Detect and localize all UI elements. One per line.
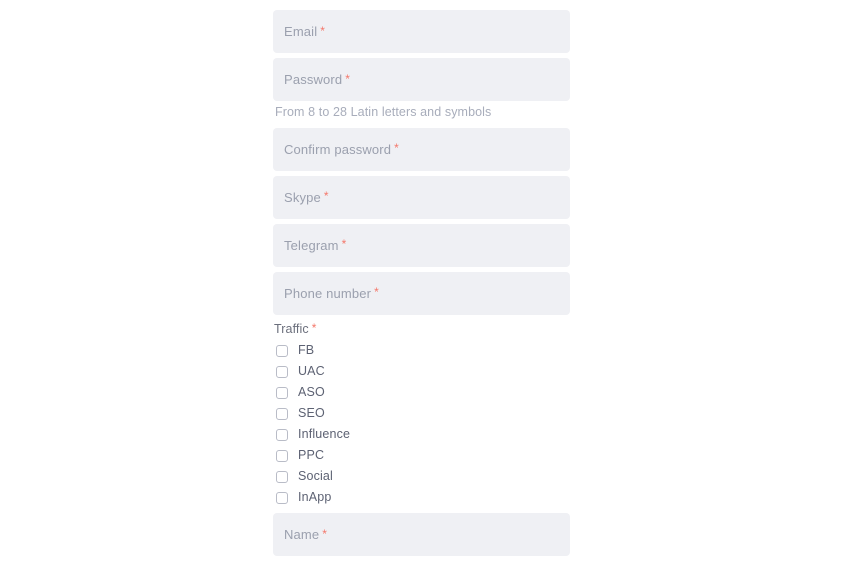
checkbox-row-influence[interactable]: Influence xyxy=(273,424,570,445)
required-asterisk: * xyxy=(323,189,329,203)
password-placeholder: Password xyxy=(284,72,343,87)
skype-field[interactable]: Skype * xyxy=(273,175,570,219)
checkbox-row-ppc[interactable]: PPC xyxy=(273,445,570,466)
checkbox-label: PPC xyxy=(298,448,325,463)
confirm-password-placeholder: Confirm password xyxy=(284,141,392,157)
checkbox-row-inapp[interactable]: InApp xyxy=(273,487,570,508)
registration-form: Email * Password * From 8 to 28 Latin le… xyxy=(273,10,570,561)
required-asterisk: * xyxy=(341,237,347,251)
checkbox-icon[interactable] xyxy=(276,428,288,441)
checkbox-label: Social xyxy=(298,469,333,484)
checkbox-row-fb[interactable]: FB xyxy=(273,340,570,361)
checkbox-label: SEO xyxy=(298,406,325,421)
checkbox-label: Influence xyxy=(298,427,351,442)
email-placeholder: Email xyxy=(284,24,318,39)
checkbox-icon[interactable] xyxy=(276,449,288,462)
checkbox-icon[interactable] xyxy=(276,344,288,357)
traffic-group-label: Traffic * xyxy=(274,320,570,336)
traffic-label-text: Traffic xyxy=(274,321,309,336)
required-asterisk: * xyxy=(320,23,325,38)
password-hint: From 8 to 28 Latin letters and symbols xyxy=(275,105,492,119)
checkbox-row-aso[interactable]: ASO xyxy=(273,382,570,403)
checkbox-icon[interactable] xyxy=(276,386,288,399)
checkbox-label: UAC xyxy=(298,364,325,379)
required-asterisk: * xyxy=(345,71,350,86)
checkbox-row-seo[interactable]: SEO xyxy=(273,403,570,424)
telegram-placeholder: Telegram xyxy=(284,237,339,253)
traffic-checkbox-group: Traffic * FB UAC ASO SEO Influence PPC S… xyxy=(273,320,570,509)
name-field[interactable]: Name * xyxy=(273,513,570,556)
telegram-field[interactable]: Telegram * xyxy=(273,223,570,267)
checkbox-icon[interactable] xyxy=(276,491,288,504)
checkbox-row-uac[interactable]: UAC xyxy=(273,361,570,382)
checkbox-label: ASO xyxy=(298,385,325,400)
checkbox-row-social[interactable]: Social xyxy=(273,466,570,487)
confirm-password-field[interactable]: Confirm password * xyxy=(273,127,570,171)
email-field[interactable]: Email * xyxy=(273,10,570,53)
checkbox-label: InApp xyxy=(298,490,332,505)
phone-number-placeholder: Phone number xyxy=(284,285,372,301)
checkbox-label: FB xyxy=(298,343,315,358)
password-field[interactable]: Password * xyxy=(273,58,570,101)
name-placeholder: Name xyxy=(284,527,320,542)
required-asterisk: * xyxy=(322,526,327,541)
required-asterisk: * xyxy=(394,141,399,155)
checkbox-icon[interactable] xyxy=(276,365,288,378)
skype-placeholder: Skype xyxy=(284,189,321,205)
required-asterisk: * xyxy=(374,285,379,299)
checkbox-icon[interactable] xyxy=(276,407,288,420)
phone-number-field[interactable]: Phone number * xyxy=(273,271,570,315)
required-asterisk: * xyxy=(311,320,317,335)
checkbox-icon[interactable] xyxy=(276,470,288,483)
